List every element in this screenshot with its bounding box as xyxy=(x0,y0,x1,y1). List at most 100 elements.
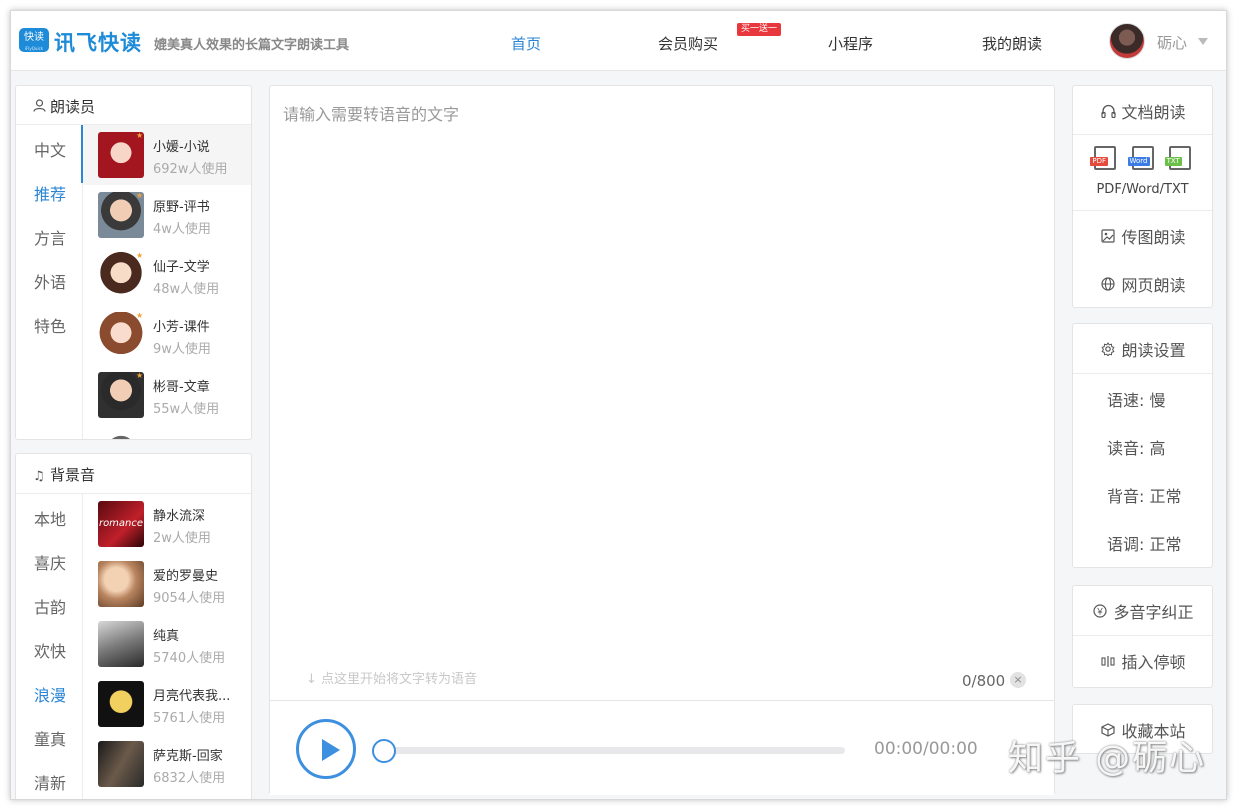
app-logo-icon[interactable]: 快读 iFlyQuick xyxy=(19,28,49,52)
voice-avatar xyxy=(98,432,144,439)
voice-item[interactable]: ★ 原野-评书 4w人使用 xyxy=(83,185,251,245)
char-counter: 0/800 xyxy=(962,672,1006,690)
reader-category-dialect[interactable]: 方言 xyxy=(34,225,66,249)
bgm-item[interactable]: 月亮代表我... 5761人使用 xyxy=(83,674,251,734)
watermark: 知乎 @砺心 xyxy=(1008,739,1207,779)
voice-item[interactable]: ★ 仙子-文学 48w人使用 xyxy=(83,245,251,305)
progress-track[interactable] xyxy=(383,747,845,754)
doc-read-button[interactable]: 文档朗读 xyxy=(1073,99,1212,123)
insert-pause-button[interactable]: 插入停顿 xyxy=(1073,649,1212,673)
settings-header: 朗读设置 xyxy=(1073,337,1212,361)
readers-title-text: 朗读员 xyxy=(50,98,96,116)
headphones-icon xyxy=(1099,104,1117,122)
doc-read-label: 文档朗读 xyxy=(1121,103,1186,122)
nav-membership[interactable]: 会员购买 xyxy=(658,33,718,54)
voice-item[interactable]: ★ 小芳-课件 9w人使用 xyxy=(83,305,251,365)
svg-text:￥: ￥ xyxy=(1096,608,1105,618)
bgm-usage: 9054人使用 xyxy=(153,591,226,606)
pdf-badge: PDF xyxy=(1090,157,1109,166)
bgm-category-local[interactable]: 本地 xyxy=(34,506,66,530)
speed-setting[interactable]: 语速: 慢 xyxy=(1107,387,1165,411)
logo-text: 快读 xyxy=(24,32,44,43)
bgm-item[interactable]: romance 静水流深 2w人使用 xyxy=(83,494,251,554)
text-tools-panel: ￥ 多音字纠正 插入停顿 xyxy=(1072,585,1213,688)
web-read-label: 网页朗读 xyxy=(1121,276,1186,295)
globe-icon xyxy=(1099,277,1117,295)
star-icon: ★ xyxy=(136,131,144,140)
voice-usage: 9w人使用 xyxy=(153,342,211,357)
reader-category-special[interactable]: 特色 xyxy=(34,313,66,337)
voice-item[interactable]: ★ 彬哥-文章 55w人使用 xyxy=(83,365,251,425)
bgm-name: 月亮代表我... xyxy=(153,689,231,704)
play-button[interactable] xyxy=(296,719,356,779)
audio-player: 00:00/00:00 xyxy=(270,700,1054,795)
clear-icon[interactable]: × xyxy=(1010,672,1026,688)
cover-text: romance xyxy=(98,518,144,529)
bgm-name: 纯真 xyxy=(153,629,180,644)
reader-category-foreign[interactable]: 外语 xyxy=(34,269,66,293)
bgm-usage: 5761人使用 xyxy=(153,711,226,726)
bgm-category-fresh[interactable]: 清新 xyxy=(34,770,66,794)
top-header: 快读 iFlyQuick 讯飞快读 媲美真人效果的长篇文字朗读工具 首页 会员购… xyxy=(11,11,1226,71)
voice-usage: 55w人使用 xyxy=(153,402,220,417)
star-icon: ★ xyxy=(136,251,144,260)
bgm-item[interactable]: 萨克斯-回家 6832人使用 xyxy=(83,734,251,794)
bgm-category-festive[interactable]: 喜庆 xyxy=(34,550,66,574)
star-icon: ★ xyxy=(136,371,144,380)
image-read-label: 传图朗读 xyxy=(1121,228,1186,247)
bgm-category-romantic[interactable]: 浪漫 xyxy=(34,682,66,706)
star-icon: ★ xyxy=(136,191,144,200)
bgm-cover xyxy=(98,561,144,607)
nav-mini-program[interactable]: 小程序 xyxy=(828,33,873,54)
bgm-item[interactable]: 纯真 5740人使用 xyxy=(83,614,251,674)
bgm-cover xyxy=(98,681,144,727)
voice-name: 小芳-课件 xyxy=(153,320,210,335)
word-file-icon: Word xyxy=(1127,146,1154,170)
divider xyxy=(1073,210,1212,211)
text-input[interactable] xyxy=(283,101,1043,661)
nav-my-readings[interactable]: 我的朗读 xyxy=(982,33,1042,54)
pdf-file-icon: PDF xyxy=(1090,146,1117,170)
voice-name: 小媛-小说 xyxy=(153,140,210,155)
music-note-icon: ♫ xyxy=(33,469,45,484)
bgm-name: 萨克斯-回家 xyxy=(153,749,223,764)
bgm-item[interactable]: 爱的罗曼史 9054人使用 xyxy=(83,554,251,614)
username[interactable]: 砺心 xyxy=(1157,32,1187,53)
reading-tools-panel: 文档朗读 PDF Word TXT PDF/Word/TXT 传图朗读 网页朗读 xyxy=(1072,85,1213,308)
pitch-setting[interactable]: 语调: 正常 xyxy=(1107,531,1181,555)
readers-panel-title: 朗读员 xyxy=(33,96,95,117)
polyphone-label: 多音字纠正 xyxy=(1113,603,1194,622)
bgm-category-childlike[interactable]: 童真 xyxy=(34,726,66,750)
voice-name: 仙子-文学 xyxy=(153,260,210,275)
user-avatar[interactable] xyxy=(1109,23,1145,59)
bgm-category-classical[interactable]: 古韵 xyxy=(34,594,66,618)
gear-icon xyxy=(1099,342,1117,360)
chevron-down-icon[interactable] xyxy=(1198,38,1208,45)
word-badge: Word xyxy=(1127,157,1150,166)
progress-handle[interactable] xyxy=(372,739,396,763)
convert-hint[interactable]: ↓ 点这里开始将文字转为语音 xyxy=(306,668,477,687)
voice-item[interactable] xyxy=(83,425,251,439)
bg-volume-setting[interactable]: 背音: 正常 xyxy=(1107,483,1181,507)
nav-home[interactable]: 首页 xyxy=(511,33,541,54)
bgm-usage: 6832人使用 xyxy=(153,771,226,786)
bgm-panel: ♫ 背景音 本地 喜庆 古韵 欢快 浪漫 童真 清新 romance 静水流深 2… xyxy=(15,453,252,799)
image-read-button[interactable]: 传图朗读 xyxy=(1073,224,1212,248)
file-type-icons[interactable]: PDF Word TXT xyxy=(1073,146,1212,174)
divider xyxy=(1073,134,1212,135)
coin-icon: ￥ xyxy=(1091,604,1109,622)
voice-name: 原野-评书 xyxy=(153,200,210,215)
web-read-button[interactable]: 网页朗读 xyxy=(1073,272,1212,296)
brand-name[interactable]: 讯飞快读 xyxy=(54,27,142,57)
reader-category-chinese[interactable]: 中文 xyxy=(34,137,66,161)
polyphone-button[interactable]: ￥ 多音字纠正 xyxy=(1073,599,1212,623)
voice-usage: 48w人使用 xyxy=(153,282,220,297)
bgm-category-cheerful[interactable]: 欢快 xyxy=(34,638,66,662)
divider xyxy=(1073,373,1212,374)
logo-subtext: iFlyQuick xyxy=(24,46,44,51)
bgm-usage: 2w人使用 xyxy=(153,531,211,546)
volume-setting[interactable]: 读音: 高 xyxy=(1107,435,1165,459)
voice-item[interactable]: ★ 小媛-小说 692w人使用 xyxy=(83,125,251,185)
reader-category-recommended[interactable]: 推荐 xyxy=(34,181,66,205)
bgm-panel-title: ♫ 背景音 xyxy=(33,464,95,485)
